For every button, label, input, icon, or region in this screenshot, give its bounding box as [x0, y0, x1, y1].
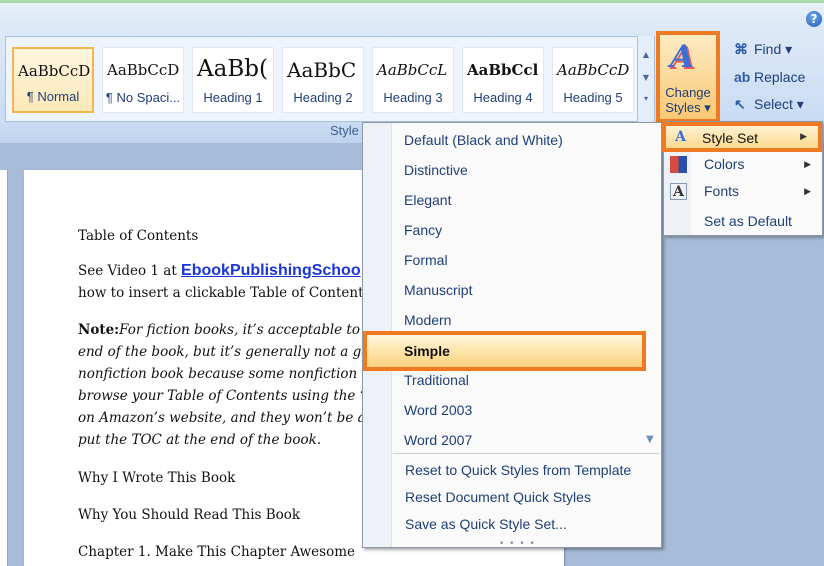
replace-icon: ab [734, 69, 751, 85]
menu-item-simple[interactable]: Simple [363, 331, 646, 371]
styles-group-label: Style [330, 123, 359, 138]
help-icon[interactable]: ? [806, 11, 822, 27]
submenu-arrow-icon: ▶ [804, 160, 811, 170]
find-label: Find ▾ [754, 41, 793, 57]
menu-item-formal[interactable]: Formal [393, 246, 661, 275]
heading-why-i-wrote: Why I Wrote This Book [78, 470, 236, 486]
binoculars-icon: ⌘ [734, 41, 748, 57]
style-sample: AaBbC [287, 58, 357, 82]
style-tile-no-spacing[interactable]: AaBbCcD ¶ No Spaci... [102, 47, 184, 113]
reset-to-template-command[interactable]: Reset to Quick Styles from Template [405, 462, 631, 478]
menu-item-fancy[interactable]: Fancy [393, 216, 661, 245]
menu-divider [393, 453, 659, 454]
note-line-1: Note:For fiction books, it’s acceptable … [78, 319, 373, 341]
submenu-arrow-icon: ▶ [800, 132, 807, 142]
menu-item-default[interactable]: Default (Black and White) [393, 126, 661, 155]
style-set-dropdown-menu: Default (Black and White) Distinctive El… [362, 122, 662, 549]
style-tile-heading-2[interactable]: AaBbC Heading 2 [282, 47, 364, 113]
video-prefix: See Video 1 at [78, 263, 182, 279]
note-text: For fiction books, it’s acceptable to p [119, 322, 373, 338]
submenu-arrow-icon: ▶ [804, 187, 811, 197]
style-tile-label: ¶ No Spaci... [105, 90, 181, 105]
save-style-set-command[interactable]: Save as Quick Style Set... [405, 516, 567, 532]
menu-item-elegant[interactable]: Elegant [393, 186, 661, 215]
menu-item-traditional[interactable]: Traditional [393, 366, 661, 395]
menu-item-word-2003[interactable]: Word 2003 [393, 396, 661, 425]
note-line-6: put the TOC at the end of the book. [78, 432, 322, 448]
toc-heading: Table of Contents [78, 228, 199, 244]
style-tile-label: Heading 3 [383, 90, 443, 105]
menu-scroll-down-icon[interactable]: ▼ [646, 434, 654, 445]
replace-label: Replace [754, 69, 806, 85]
style-tile-label: Heading 5 [563, 90, 623, 105]
quick-styles-gallery: AaBbCcD ¶ Normal AaBbCcD ¶ No Spaci... A… [5, 36, 655, 122]
change-styles-icon: A [670, 39, 695, 75]
style-sample: AaBbCcD [18, 62, 91, 80]
style-sample: AaBbCcD [107, 61, 180, 79]
change-styles-menu: A Style Set ▶ Colors ▶ A Fonts ▶ Set as … [662, 121, 823, 236]
heading-chapter-1: Chapter 1. Make This Chapter Awesome [78, 544, 356, 560]
select-button[interactable]: ↖ Select ▾ [734, 96, 804, 118]
style-set-icon: A [675, 129, 686, 145]
video-link[interactable]: EbookPublishingSchoo [181, 262, 361, 279]
submenu-item-style-set[interactable]: A Style Set ▶ [662, 122, 822, 152]
style-tile-heading-4[interactable]: AaBbCcl Heading 4 [462, 47, 544, 113]
gallery-scrollbar[interactable]: ▲ ▼ ▾ [637, 36, 654, 122]
previous-page-edge [0, 170, 8, 566]
note-line-3: nonfiction book because some nonfiction … [78, 366, 366, 382]
video-line-2: how to insert a clickable Table of Conte… [78, 285, 364, 301]
style-tile-heading-5[interactable]: AaBbCcD Heading 5 [552, 47, 634, 113]
style-tile-label: ¶ Normal [26, 89, 80, 104]
style-set-label: Style Set [702, 130, 759, 146]
menu-item-manuscript[interactable]: Manuscript [393, 276, 661, 305]
style-tile-label: Heading 1 [203, 90, 263, 105]
style-tile-label: Heading 4 [473, 90, 533, 105]
change-styles-button[interactable]: A Change Styles ▾ [656, 31, 720, 123]
style-tile-heading-1[interactable]: AaBb( Heading 1 [192, 47, 274, 113]
note-line-5: on Amazon’s website, and they won’t be a [78, 410, 366, 426]
gallery-more-icon[interactable]: ▾ [638, 94, 654, 103]
gallery-up-arrow-icon[interactable]: ▲ [638, 50, 654, 59]
menu-item-distinctive[interactable]: Distinctive [393, 156, 661, 185]
fonts-icon: A [670, 183, 687, 200]
style-sample: AaBbCcl [467, 61, 539, 79]
menu-item-word-2007[interactable]: Word 2007 [393, 426, 661, 455]
video-line-1: See Video 1 at EbookPublishingSchoo [78, 260, 361, 282]
gallery-down-arrow-icon[interactable]: ▼ [638, 73, 654, 82]
change-styles-label-line1: Change [665, 85, 711, 100]
title-bar: ? [0, 0, 824, 31]
heading-why-read: Why You Should Read This Book [78, 507, 301, 523]
change-styles-label-line2: Styles ▾ [665, 100, 711, 115]
select-label: Select ▾ [754, 96, 804, 112]
cursor-icon: ↖ [734, 96, 746, 112]
colors-label: Colors [704, 156, 745, 172]
style-sample: AaBbCcD [557, 61, 630, 79]
note-label: Note: [78, 322, 120, 338]
fonts-label: Fonts [704, 183, 740, 199]
reset-document-styles-command[interactable]: Reset Document Quick Styles [405, 489, 591, 505]
style-sample: AaBb( [197, 56, 268, 82]
change-styles-label: Change Styles ▾ [660, 85, 716, 115]
style-tile-normal[interactable]: AaBbCcD ¶ Normal [12, 47, 94, 113]
colors-palette-icon [670, 156, 687, 173]
set-as-default-label: Set as Default [704, 213, 792, 229]
note-line-4: browse your Table of Contents using the … [78, 388, 372, 404]
replace-button[interactable]: ab Replace [734, 69, 805, 91]
style-tile-label: Heading 2 [293, 90, 353, 105]
find-button[interactable]: ⌘ Find ▾ [734, 41, 792, 63]
style-tile-heading-3[interactable]: AaBbCcL Heading 3 [372, 47, 454, 113]
resize-grip-icon[interactable]: • • • • [499, 539, 536, 549]
note-line-2: end of the book, but it’s generally not … [78, 344, 370, 360]
style-sample: AaBbCcL [377, 61, 448, 79]
